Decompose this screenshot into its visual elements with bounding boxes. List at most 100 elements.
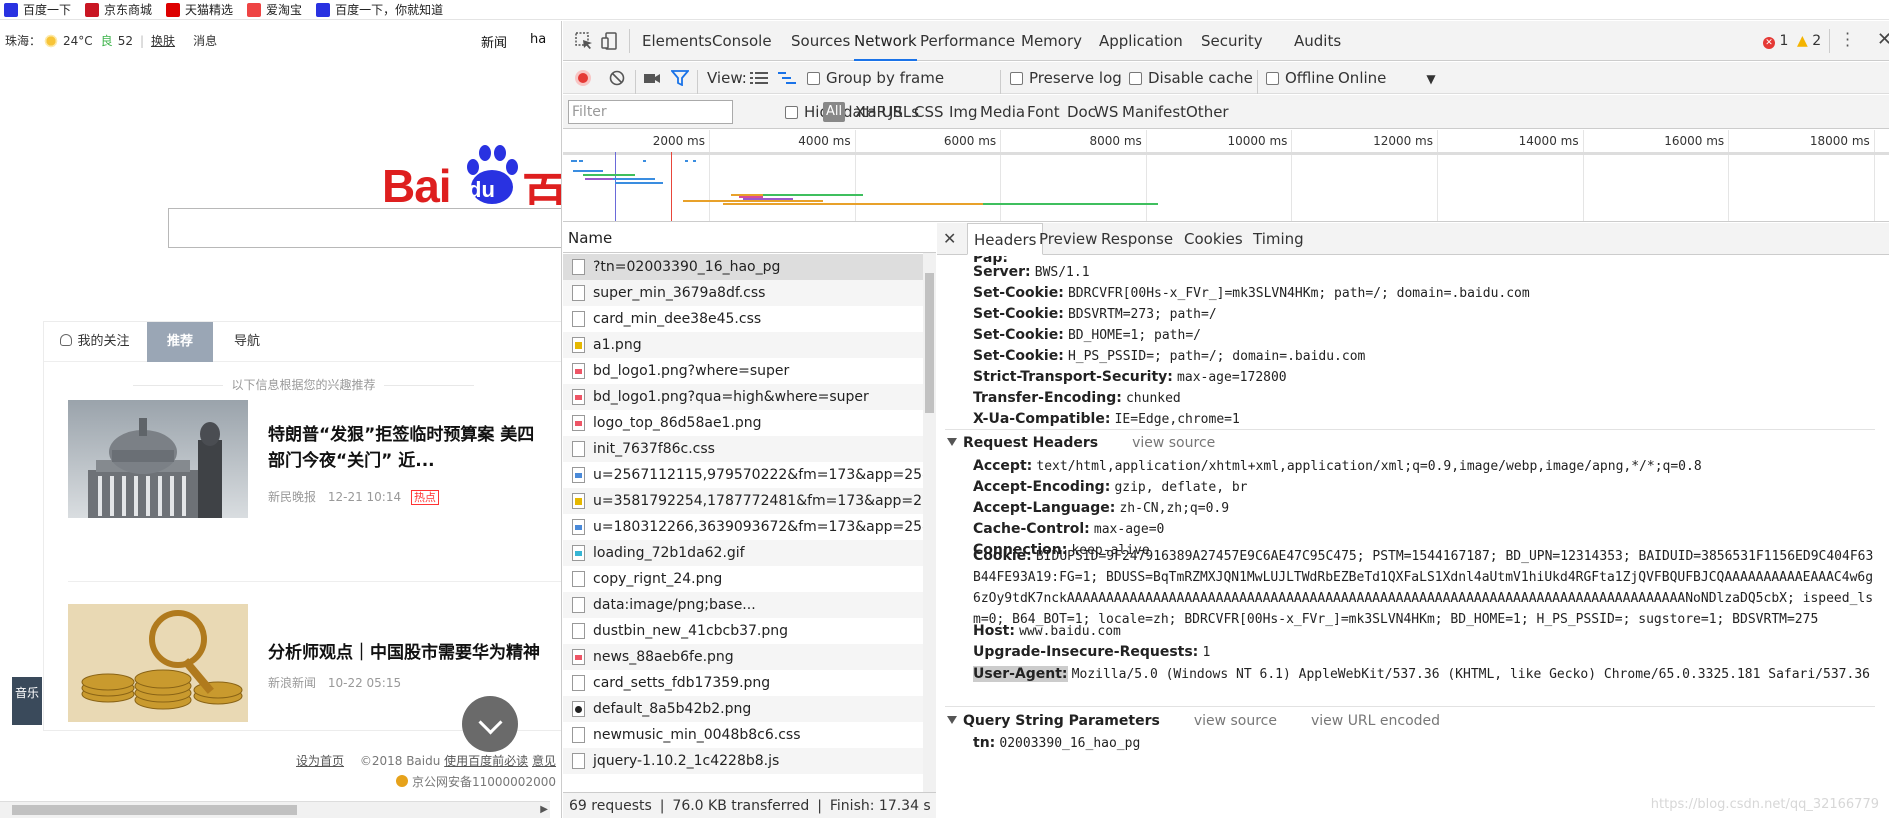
tab-console[interactable]: Console	[712, 21, 772, 61]
request-row[interactable]: u=3581792254,1787772481&fm=173&app=25&f.	[563, 488, 923, 514]
tab-security[interactable]: Security	[1201, 21, 1263, 61]
close-devtools-icon[interactable]: ✕	[1877, 29, 1889, 50]
request-row[interactable]: jquery-1.10.2_1c4228b8.js	[563, 748, 923, 774]
request-row[interactable]: card_setts_fdb17359.png	[563, 670, 923, 696]
request-row[interactable]: news_88aeb6fe.png	[563, 644, 923, 670]
filter-type-css[interactable]: CSS	[914, 95, 944, 129]
filter-type-font[interactable]: Font	[1027, 95, 1060, 129]
request-row[interactable]: default_8a5b42b2.png	[563, 696, 923, 722]
scroll-right-arrow-icon[interactable]: ▶	[540, 804, 548, 815]
scroll-down-button[interactable]	[462, 696, 518, 752]
request-row[interactable]: logo_top_86d58ae1.png	[563, 410, 923, 436]
tab-recommend[interactable]: 推荐	[147, 322, 213, 362]
tab-performance[interactable]: Performance	[920, 21, 1015, 61]
large-rows-icon[interactable]	[750, 71, 768, 85]
detail-tab-headers[interactable]: Headers	[967, 223, 1044, 255]
clear-icon[interactable]	[609, 70, 625, 86]
close-detail-icon[interactable]: ✕	[943, 223, 956, 255]
detail-tab-preview[interactable]: Preview	[1039, 223, 1097, 255]
request-row[interactable]: bd_logo1.png?where=super	[563, 358, 923, 384]
tab-my-follow[interactable]: 我的关注	[44, 322, 146, 362]
tab-navigation[interactable]: 导航	[214, 322, 280, 362]
weather-widget[interactable]: 珠海： 24°C 良 52 | 换肤 | 消息	[5, 32, 217, 49]
filter-input[interactable]: Filter	[568, 100, 733, 124]
tab-audits[interactable]: Audits	[1294, 21, 1341, 61]
filter-type-js[interactable]: JS	[889, 95, 903, 129]
detail-tab-cookies[interactable]: Cookies	[1184, 223, 1243, 255]
baidu-logo[interactable]: Bai du 百	[382, 143, 561, 205]
request-list-scrollbar[interactable]	[923, 253, 936, 792]
request-row[interactable]: super_min_3679a8df.css	[563, 280, 923, 306]
waterfall-overview-icon[interactable]	[778, 71, 796, 85]
request-row[interactable]: dustbin_new_41cbcb37.png	[563, 618, 923, 644]
bookmark-item[interactable]: 百度一下	[4, 1, 71, 18]
view-source-link[interactable]: view source	[1132, 435, 1215, 451]
device-toolbar-icon[interactable]	[601, 32, 619, 50]
preserve-log-checkbox[interactable]: Preserve log	[1010, 62, 1122, 94]
request-row[interactable]: bd_logo1.png?qua=high&where=super	[563, 384, 923, 410]
filter-type-manifest[interactable]: Manifest	[1122, 95, 1186, 129]
filter-type-all[interactable]: All	[823, 102, 846, 122]
filter-type-other[interactable]: Other	[1186, 95, 1229, 129]
bookmark-item[interactable]: 百度一下，你就知道	[316, 1, 443, 18]
request-row[interactable]: u=180312266,3639093672&fm=173&app=25&f=	[563, 514, 923, 540]
news-title[interactable]: 分析师观点｜中国股市需要华为精神	[268, 640, 561, 666]
filter-type-ws[interactable]: WS	[1094, 95, 1118, 129]
news-thumbnail-coins[interactable]	[68, 604, 248, 722]
scrollbar-thumb[interactable]	[12, 805, 297, 815]
throttling-select[interactable]: Online ▼	[1338, 62, 1436, 95]
group-by-frame-checkbox[interactable]: Group by frame	[807, 62, 944, 94]
tab-sources[interactable]: Sources	[791, 21, 850, 61]
feedback-link[interactable]: 意见	[532, 754, 556, 768]
request-headers-section[interactable]: Request Headers view source	[947, 432, 1877, 454]
tab-application[interactable]: Application	[1099, 21, 1183, 61]
filter-icon[interactable]	[671, 70, 689, 86]
message-link[interactable]: 消息	[193, 32, 217, 49]
bookmark-item[interactable]: 天猫精选	[166, 1, 233, 18]
news-item[interactable]: 特朗普“发狠”拒签临时预算案 美四 部门今夜“关门” 近... 新民晚报 12-2…	[68, 400, 561, 520]
search-input[interactable]	[168, 208, 561, 248]
request-row[interactable]: card_min_dee38e45.css	[563, 306, 923, 332]
screenshot-camera-icon[interactable]	[643, 71, 661, 85]
view-source-link[interactable]: view source	[1194, 713, 1277, 729]
bookmark-item[interactable]: 爱淘宝	[247, 1, 302, 18]
tab-memory[interactable]: Memory	[1021, 21, 1082, 61]
hao123-link[interactable]: ha	[530, 32, 546, 47]
more-options-icon[interactable]: · · ·	[1845, 26, 1850, 54]
filter-type-doc[interactable]: Doc	[1067, 95, 1096, 129]
tab-elements[interactable]: Elements	[642, 21, 712, 61]
request-row[interactable]: copy_rignt_24.png	[563, 566, 923, 592]
request-row[interactable]: init_7637f86c.css	[563, 436, 923, 462]
must-read-link[interactable]: 使用百度前必读	[444, 754, 528, 768]
tab-network[interactable]: Network	[854, 21, 917, 61]
view-url-encoded-link[interactable]: view URL encoded	[1311, 713, 1440, 729]
request-row[interactable]: loading_72b1da62.gif	[563, 540, 923, 566]
request-row[interactable]: newmusic_min_0048b8c6.css	[563, 722, 923, 748]
news-title[interactable]: 特朗普“发狠”拒签临时预算案 美四 部门今夜“关门” 近...	[268, 422, 561, 474]
offline-checkbox[interactable]: Offline	[1266, 62, 1334, 94]
detail-tab-response[interactable]: Response	[1101, 223, 1173, 255]
set-home-link[interactable]: 设为首页	[296, 754, 344, 768]
network-overview[interactable]: 2000 ms 4000 ms 6000 ms 8000 ms 10000 ms 1200…	[563, 130, 1889, 222]
disable-cache-checkbox[interactable]: Disable cache	[1129, 62, 1253, 94]
request-row[interactable]: ?tn=02003390_16_hao_pg	[563, 254, 923, 280]
request-row[interactable]: data:image/png;base...	[563, 592, 923, 618]
music-button[interactable]: 音乐	[12, 677, 42, 725]
request-row[interactable]: u=2567112115,979570222&fm=173&app=25&f=	[563, 462, 923, 488]
warning-count[interactable]: ▲ 2	[1797, 33, 1821, 49]
detail-tab-timing[interactable]: Timing	[1253, 223, 1304, 255]
skin-link[interactable]: 换肤	[151, 32, 175, 49]
news-link[interactable]: 新闻	[481, 32, 507, 51]
scrollbar-thumb[interactable]	[925, 273, 934, 413]
query-string-section[interactable]: Query String Parameters view source view U…	[947, 710, 1877, 732]
error-count[interactable]: ✕ 1	[1763, 33, 1788, 49]
name-column-header[interactable]: Name	[563, 223, 936, 253]
record-button[interactable]	[575, 70, 591, 86]
filter-type-xhr[interactable]: XHR	[855, 95, 887, 129]
news-thumbnail-capitol[interactable]	[68, 400, 248, 518]
request-row[interactable]: a1.png	[563, 332, 923, 358]
bookmark-item[interactable]: 京东商城	[85, 1, 152, 18]
filter-type-media[interactable]: Media	[980, 95, 1025, 129]
filter-type-img[interactable]: Img	[949, 95, 978, 129]
inspect-element-icon[interactable]	[575, 32, 593, 50]
